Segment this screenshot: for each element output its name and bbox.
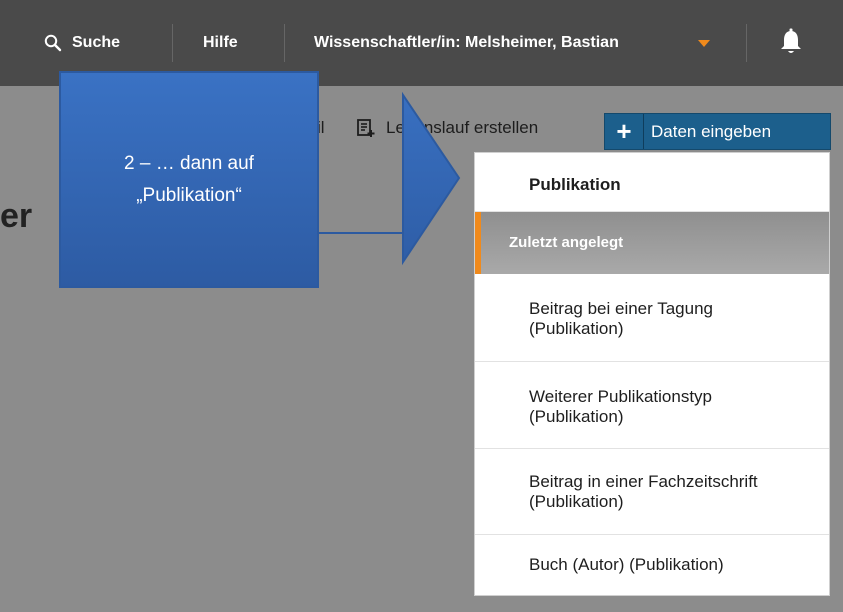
menu-item-journal-article[interactable]: Beitrag in einer Fachzeitschrift (Publik… (475, 449, 829, 535)
search-link[interactable]: Suche (72, 28, 120, 58)
menu-item-publication[interactable]: Publikation (475, 153, 829, 212)
search-icon[interactable] (44, 34, 62, 52)
recently-created-section-header: Zuletzt angelegt (475, 212, 829, 274)
enter-data-button[interactable]: + Daten eingeben (604, 113, 831, 150)
page-title: er (0, 197, 33, 235)
profile-link[interactable]: il (317, 118, 325, 138)
menu-item-label: Beitrag bei einer Tagung (529, 299, 713, 318)
enter-data-label: Daten eingeben (651, 122, 772, 141)
menu-item-book-author[interactable]: Buch (Autor) (Publikation) (475, 535, 829, 595)
create-cv-link[interactable]: Lebenslauf erstellen (386, 118, 538, 138)
menu-item-sublabel: (Publikation) (529, 492, 624, 511)
menu-item-sublabel: (Publikation) (529, 407, 624, 426)
help-link[interactable]: Hilfe (203, 28, 238, 58)
menu-item-other-publication-type[interactable]: Weiterer Publikationstyp (Publikation) (475, 362, 829, 449)
callout-line-1: 2 – … dann auf (124, 153, 254, 174)
section-label: Zuletzt angelegt (509, 234, 624, 251)
enter-data-dropdown-menu: Publikation Zuletzt angelegt Beitrag bei… (474, 152, 830, 596)
divider (746, 24, 747, 62)
user-menu-link[interactable]: Wissenschaftler/in: Melsheimer, Bastian (314, 28, 619, 58)
menu-item-sublabel: (Publikation) (529, 319, 624, 338)
tutorial-callout-text: 2 – … dann auf „Publikation“ (64, 148, 314, 212)
divider (172, 24, 173, 62)
plus-icon: + (605, 114, 644, 149)
menu-item-label: Buch (Autor) (Publikation) (529, 555, 724, 574)
top-navigation-bar: Suche Hilfe Wissenschaftler/in: Melsheim… (0, 0, 843, 86)
document-add-icon[interactable] (356, 118, 376, 138)
divider (284, 24, 285, 62)
chevron-down-icon[interactable] (698, 40, 710, 47)
menu-item-label: Weiterer Publikationstyp (529, 387, 712, 406)
bell-icon[interactable] (778, 28, 804, 56)
menu-item-conference-contribution[interactable]: Beitrag bei einer Tagung (Publikation) (475, 274, 829, 362)
callout-line-2: „Publikation“ (136, 185, 242, 206)
menu-item-label: Publikation (529, 175, 621, 194)
menu-item-label: Beitrag in einer Fachzeitschrift (529, 472, 758, 491)
